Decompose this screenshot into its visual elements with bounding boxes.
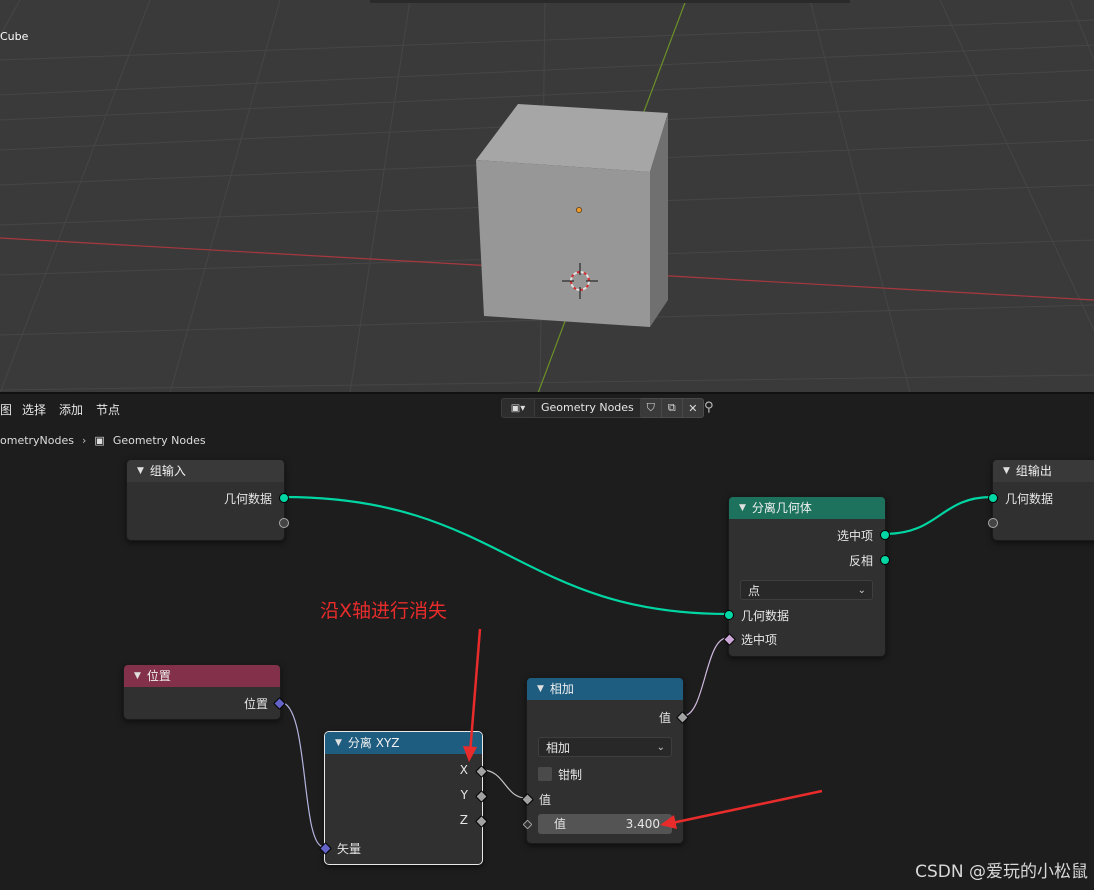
socket-label: X	[459, 763, 468, 777]
shield-icon[interactable]: ⛉	[640, 398, 662, 418]
socket-label: 位置	[243, 697, 268, 711]
socket-label: 几何数据	[223, 492, 272, 506]
socket-label: 值	[539, 793, 552, 807]
chevron-down-icon: ⌄	[656, 742, 665, 753]
field-value: 3.400	[625, 817, 660, 831]
node-title: 分离几何体	[751, 501, 812, 515]
pin-icon[interactable]: ⚲	[704, 400, 714, 415]
position-node[interactable]: ▼ 位置 位置	[123, 664, 286, 720]
geometry-input-socket[interactable]	[988, 493, 998, 503]
separate-xyz-node[interactable]: ▼ 分离 XYZ X Y Z 矢量	[319, 731, 488, 865]
clamp-checkbox[interactable]	[538, 767, 552, 781]
socket-label: 选中项	[836, 529, 873, 543]
menu-view[interactable]: 图	[0, 401, 12, 418]
chevron-down-icon[interactable]: ▼	[335, 732, 342, 754]
node-tree-selector: ▣▾ Geometry Nodes ⛉ ⧉ ✕	[501, 398, 704, 418]
socket-label: 反相	[848, 554, 873, 568]
node-tree-icon[interactable]: ▣▾	[501, 398, 535, 418]
selection-output-socket[interactable]	[880, 530, 890, 540]
empty-input-socket[interactable]	[988, 518, 998, 528]
node-title: 相加	[549, 682, 574, 696]
chevron-down-icon[interactable]: ▼	[537, 678, 544, 700]
socket-label: 值	[658, 711, 671, 725]
clamp-label: 钳制	[558, 768, 583, 782]
group-input-node[interactable]: ▼ 组输入 几何数据	[126, 459, 289, 541]
socket-label: 几何数据	[741, 609, 790, 623]
chevron-down-icon[interactable]: ▼	[134, 665, 141, 687]
link-position-vector	[279, 701, 325, 848]
geometry-output-socket[interactable]	[279, 493, 289, 503]
chevron-down-icon[interactable]: ▼	[739, 497, 746, 519]
socket-label: 选中项	[741, 633, 778, 647]
watermark: CSDN @爱玩的小松鼠	[915, 862, 1088, 882]
group-output-node[interactable]: ▼ 组输出 几何数据	[988, 459, 1094, 541]
menu-add[interactable]: 添加	[59, 401, 83, 418]
chevron-down-icon[interactable]: ▼	[1003, 460, 1010, 482]
cube-object[interactable]	[476, 104, 668, 327]
empty-output-socket[interactable]	[279, 518, 289, 528]
node-tree-name[interactable]: Geometry Nodes	[535, 398, 641, 418]
separate-geometry-node[interactable]: ▼ 分离几何体 选中项 反相 点 ⌄ 几何数据 选中项	[723, 496, 890, 657]
node-title: 组输入	[149, 464, 186, 478]
link-x-value	[481, 769, 527, 799]
node-title: 位置	[146, 669, 171, 683]
viewport-scene	[0, 0, 1094, 393]
node-title: 分离 XYZ	[347, 736, 400, 750]
domain-dropdown[interactable]: 点 ⌄	[740, 580, 873, 600]
dropdown-value: 相加	[546, 741, 571, 755]
node-canvas[interactable]: ▼ 组输入 几何数据 ▼ 组输出 几何数据 ▼ 分离几何体 选中项 反相 点 ⌄ 几何…	[0, 424, 1094, 890]
link-value-selection	[682, 637, 728, 717]
socket-label: Z	[459, 813, 468, 827]
node-title: 组输出	[1015, 464, 1052, 478]
chevron-down-icon[interactable]: ▼	[137, 460, 144, 482]
socket-label: Y	[460, 788, 468, 802]
operation-dropdown[interactable]: 相加 ⌄	[538, 737, 672, 757]
socket-label: 几何数据	[1005, 492, 1054, 506]
origin-point	[576, 207, 582, 213]
value-number-field[interactable]: 值 3.400	[538, 814, 672, 834]
close-icon[interactable]: ✕	[682, 398, 704, 418]
chevron-down-icon: ⌄	[857, 585, 866, 596]
object-name-label: Cube	[0, 30, 29, 43]
socket-label: 矢量	[337, 842, 362, 856]
link-geometry-out	[883, 495, 993, 536]
menu-select[interactable]: 选择	[22, 401, 46, 418]
annotation-text: 沿X轴进行消失	[320, 600, 448, 622]
geometry-input-socket[interactable]	[724, 610, 734, 620]
inverted-output-socket[interactable]	[880, 555, 890, 565]
menu-node[interactable]: 节点	[96, 401, 120, 418]
viewport-header-edge	[370, 0, 850, 3]
dropdown-value: 点	[748, 584, 761, 598]
3d-viewport[interactable]: Cube	[0, 0, 1094, 393]
field-label: 值	[554, 817, 567, 831]
math-add-node[interactable]: ▼ 相加 值 相加 ⌄ 钳制 值 值 3.400	[521, 677, 689, 844]
copy-icon[interactable]: ⧉	[661, 398, 683, 418]
